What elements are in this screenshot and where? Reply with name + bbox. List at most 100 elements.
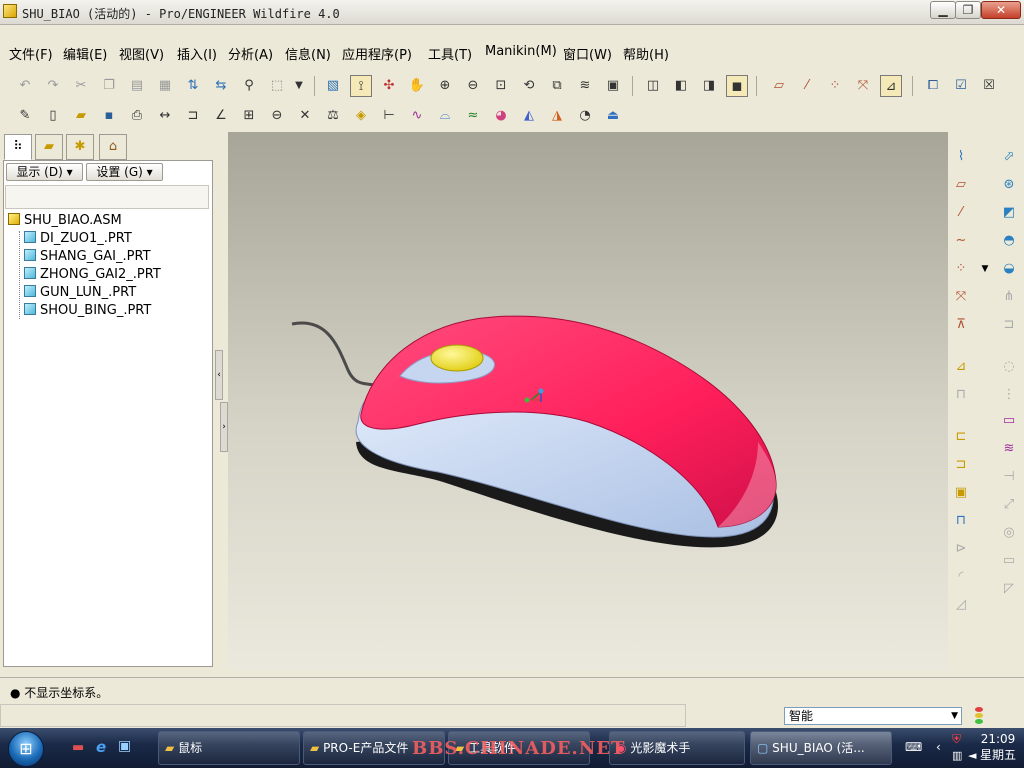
menu-view[interactable]: 视图(V) bbox=[119, 44, 164, 63]
offset-icon[interactable]: ≈ bbox=[462, 105, 484, 127]
new-file-icon[interactable]: ▯ bbox=[42, 105, 64, 127]
angle-icon[interactable]: ∠ bbox=[210, 105, 232, 127]
hole-icon[interactable]: ◎ bbox=[998, 522, 1020, 544]
style-icon[interactable]: ◒ bbox=[998, 258, 1020, 280]
task-button[interactable]: ▰ 鼠标 bbox=[158, 731, 300, 765]
graphics-viewport[interactable] bbox=[228, 132, 948, 670]
reflection-icon[interactable]: ◭ bbox=[518, 105, 540, 127]
close-button[interactable]: ✕ bbox=[981, 1, 1021, 19]
coordinate-system-icon[interactable]: ⤧ bbox=[950, 286, 972, 308]
quicklaunch-toolbox-icon[interactable]: ▬ bbox=[72, 740, 84, 755]
area-icon[interactable]: ⊞ bbox=[238, 105, 260, 127]
menu-help[interactable]: 帮助(H) bbox=[623, 44, 669, 63]
trim-icon[interactable]: ◌ bbox=[998, 356, 1020, 378]
datum-display-icon[interactable]: ⟟ bbox=[350, 75, 372, 97]
volume-icon[interactable]: ◄ bbox=[968, 749, 976, 762]
no-hidden-icon[interactable]: ◨ bbox=[698, 75, 720, 97]
reorient-icon[interactable]: ⟲ bbox=[518, 75, 540, 97]
copy-icon[interactable]: ❐ bbox=[98, 75, 120, 97]
select-box-icon[interactable]: ⬚ bbox=[266, 75, 288, 97]
mirror-icon[interactable]: ⋔ bbox=[998, 286, 1020, 308]
tree-item-part[interactable]: SHANG_GAI_.PRT bbox=[24, 249, 151, 267]
menu-applications[interactable]: 应用程序(P) bbox=[342, 44, 412, 63]
show-desktop-icon[interactable]: ▣ bbox=[118, 738, 131, 754]
datum-point-dropdown-icon[interactable]: ▼ bbox=[974, 258, 996, 280]
minimize-button[interactable]: ▁ bbox=[930, 1, 956, 19]
regenerate-icon[interactable]: ⇅ bbox=[182, 75, 204, 97]
thicken-icon[interactable]: ≋ bbox=[998, 438, 1020, 460]
tree-item-part[interactable]: SHOU_BING_.PRT bbox=[24, 303, 151, 321]
menu-insert[interactable]: 插入(I) bbox=[177, 44, 217, 63]
paste-special-icon[interactable]: ▦ bbox=[154, 75, 176, 97]
redo-icon[interactable]: ↷ bbox=[42, 75, 64, 97]
saved-views-icon[interactable]: ⧉ bbox=[546, 75, 568, 97]
sweep-icon[interactable]: ◩ bbox=[998, 202, 1020, 224]
create-component-icon[interactable]: ⊐ bbox=[950, 454, 972, 476]
task-button[interactable]: ▢ SHU_BIAO (活... bbox=[750, 731, 892, 765]
section-icon[interactable]: ⌓ bbox=[434, 105, 456, 127]
offset-surface-icon[interactable]: ▭ bbox=[998, 410, 1020, 432]
datum-point-icon[interactable]: ⁘ bbox=[950, 258, 972, 280]
view-manager-icon[interactable]: ▣ bbox=[602, 75, 624, 97]
new-window-icon[interactable]: ⧠ bbox=[922, 75, 944, 97]
wireframe-icon[interactable]: ◫ bbox=[642, 75, 664, 97]
extend-icon[interactable]: ⊣ bbox=[998, 466, 1020, 488]
draft-icon[interactable]: ◮ bbox=[546, 105, 568, 127]
revolve-icon[interactable]: ⊛ bbox=[998, 174, 1020, 196]
diameter-icon[interactable]: ⊖ bbox=[266, 105, 288, 127]
dihedral-icon[interactable]: ⏏ bbox=[602, 105, 624, 127]
network-icon[interactable]: ▥ bbox=[952, 749, 962, 762]
tab-favorites[interactable]: ✱ bbox=[66, 134, 94, 160]
global-interference-icon[interactable]: ◈ bbox=[350, 105, 372, 127]
menu-info[interactable]: 信息(N) bbox=[285, 44, 331, 63]
zoom-in-icon[interactable]: ⊕ bbox=[434, 75, 456, 97]
select-dropdown-icon[interactable]: ▼ bbox=[288, 75, 310, 97]
slope-icon[interactable]: ◔ bbox=[574, 105, 596, 127]
distance-icon[interactable]: ↔ bbox=[154, 105, 176, 127]
internet-explorer-icon[interactable]: e bbox=[96, 738, 106, 756]
datum-axis-display-icon[interactable]: ⁄ bbox=[796, 75, 818, 97]
shell-icon[interactable]: ▭ bbox=[998, 550, 1020, 572]
datum-plane-display-icon[interactable]: ▱ bbox=[768, 75, 790, 97]
refit-icon[interactable]: ⊡ bbox=[490, 75, 512, 97]
menu-window[interactable]: 窗口(W) bbox=[563, 44, 612, 63]
mass-properties-icon[interactable]: ⚖ bbox=[322, 105, 344, 127]
datum-point-display-icon[interactable]: ⁘ bbox=[824, 75, 846, 97]
datum-axis-icon[interactable]: ⁄ bbox=[950, 202, 972, 224]
menu-tools[interactable]: 工具(T) bbox=[428, 44, 472, 63]
cut-out-icon[interactable]: ⊳ bbox=[950, 538, 972, 560]
shaded-curvature-icon[interactable]: ◕ bbox=[490, 105, 512, 127]
context-help-icon[interactable]: ✎ bbox=[14, 105, 36, 127]
task-button[interactable]: ◉ 光影魔术手 bbox=[609, 731, 745, 765]
tree-item-part[interactable]: GUN_LUN_.PRT bbox=[24, 285, 136, 303]
tree-item-part[interactable]: ZHONG_GAI2_.PRT bbox=[24, 267, 161, 285]
tab-connections[interactable]: ⌂ bbox=[99, 134, 127, 160]
shading-icon[interactable]: ◼ bbox=[726, 75, 748, 97]
tab-model-tree[interactable]: ⠷ bbox=[4, 134, 32, 160]
datum-plane-icon[interactable]: ▱ bbox=[950, 174, 972, 196]
merge-icon[interactable]: ⊐ bbox=[998, 314, 1020, 336]
length-icon[interactable]: ⊐ bbox=[182, 105, 204, 127]
curvature-icon[interactable]: ∿ bbox=[406, 105, 428, 127]
boundary-blend-icon[interactable]: ◓ bbox=[998, 230, 1020, 252]
annotation-icon[interactable]: ⊿ bbox=[950, 356, 972, 378]
sash-collapse-handle[interactable]: ‹ bbox=[215, 350, 223, 400]
keyboard-icon[interactable]: ⌨ bbox=[905, 740, 922, 754]
paste-icon[interactable]: ▤ bbox=[126, 75, 148, 97]
analysis-feature-icon[interactable]: ⊼ bbox=[950, 314, 972, 336]
tray-expand-icon[interactable]: ‹ bbox=[936, 740, 941, 754]
rib-icon[interactable]: ◸ bbox=[998, 578, 1020, 600]
transform-icon[interactable]: ✕ bbox=[294, 105, 316, 127]
cut-icon[interactable]: ✂ bbox=[70, 75, 92, 97]
layers-icon[interactable]: ≋ bbox=[574, 75, 596, 97]
start-button[interactable]: ⊞ bbox=[8, 731, 44, 767]
chamfer-icon[interactable]: ◿ bbox=[950, 594, 972, 616]
pan-icon[interactable]: ✋ bbox=[406, 75, 428, 97]
skeleton-icon[interactable]: ⊓ bbox=[950, 510, 972, 532]
activate-window-icon[interactable]: ☑ bbox=[950, 75, 972, 97]
round-icon[interactable]: ◜ bbox=[950, 566, 972, 588]
extrude-icon[interactable]: ⬀ bbox=[998, 146, 1020, 168]
csys-display-icon[interactable]: ⤧ bbox=[852, 75, 874, 97]
open-file-icon[interactable]: ▰ bbox=[70, 105, 92, 127]
menu-analysis[interactable]: 分析(A) bbox=[228, 44, 273, 63]
